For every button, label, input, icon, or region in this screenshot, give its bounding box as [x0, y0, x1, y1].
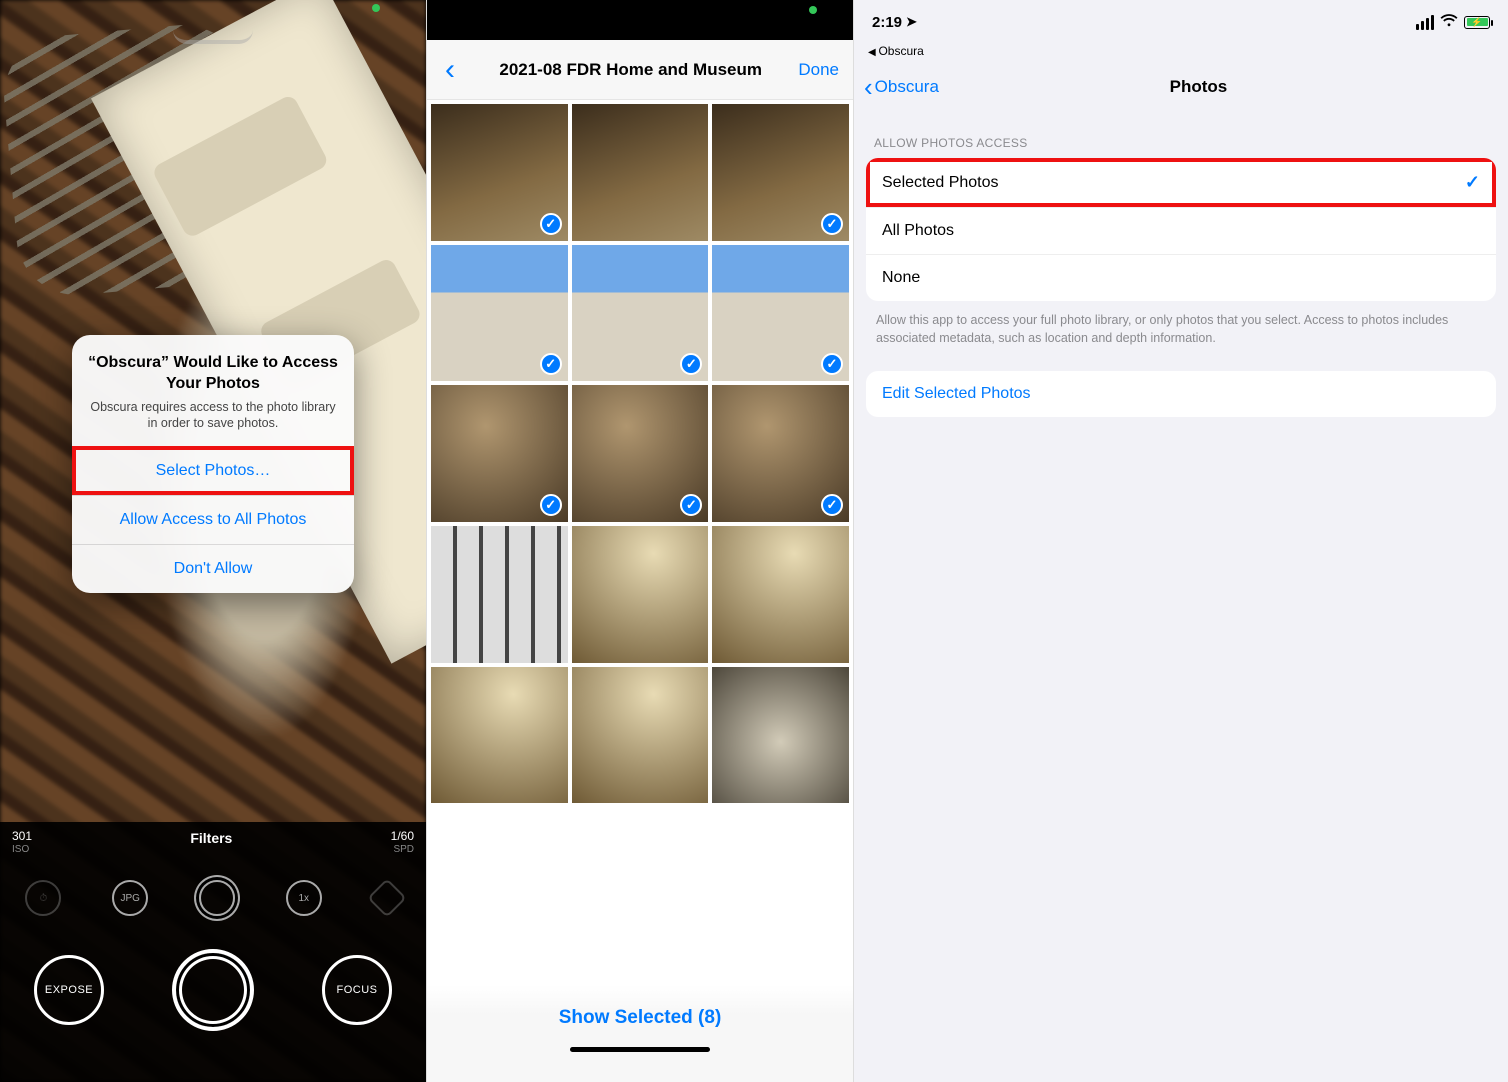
photo-thumbnail[interactable] [572, 104, 709, 241]
allow-all-photos-button[interactable]: Allow Access to All Photos [72, 495, 354, 544]
photo-thumbnail[interactable] [572, 526, 709, 663]
camera-active-indicator-icon [809, 6, 817, 14]
spd-label: SPD [391, 844, 414, 856]
back-to-app-breadcrumb[interactable]: Obscura [854, 44, 1508, 62]
dialog-message: Obscura requires access to the photo lib… [88, 399, 338, 433]
timer-icon[interactable]: ⏱ [25, 880, 61, 916]
dialog-title: “Obscura” Would Like to Access Your Phot… [88, 353, 338, 395]
edit-selected-photos-button[interactable]: Edit Selected Photos [866, 371, 1496, 417]
iso-label: ISO [12, 844, 32, 856]
battery-charging-icon: ⚡ [1464, 16, 1490, 29]
focus-ring-button[interactable]: FOCUS [322, 955, 392, 1025]
home-indicator[interactable] [570, 1047, 710, 1052]
level-icon[interactable] [367, 878, 407, 918]
status-bar [427, 0, 853, 40]
photo-thumbnail[interactable] [572, 667, 709, 804]
photo-access-dialog: “Obscura” Would Like to Access Your Phot… [72, 335, 354, 593]
edit-selected-group: Edit Selected Photos [866, 371, 1496, 417]
panel-camera-permission: “Obscura” Would Like to Access Your Phot… [0, 0, 426, 1082]
photo-thumbnail[interactable]: ✓ [431, 104, 568, 241]
option-all-photos[interactable]: All Photos [866, 207, 1496, 254]
option-label: None [882, 269, 920, 287]
photo-thumbnail[interactable]: ✓ [572, 245, 709, 382]
done-button[interactable]: Done [798, 60, 843, 80]
photo-thumbnail[interactable] [712, 667, 849, 804]
nav-bar: ‹ Obscura Photos [854, 62, 1508, 112]
photo-thumbnail[interactable] [712, 526, 849, 663]
show-selected-button[interactable]: Show Selected (8) [427, 1007, 853, 1029]
selected-checkmark-icon: ✓ [540, 213, 562, 235]
status-bar: 2:19 ➤ ⚡ [854, 0, 1508, 44]
photo-thumbnail[interactable] [431, 526, 568, 663]
selected-checkmark-icon: ✓ [540, 353, 562, 375]
photo-thumbnail[interactable] [431, 667, 568, 804]
shutter-button[interactable] [172, 949, 254, 1031]
option-label: All Photos [882, 222, 954, 240]
format-chip[interactable]: JPG [112, 880, 148, 916]
photo-thumbnail[interactable]: ✓ [431, 385, 568, 522]
panel-settings-photos: 2:19 ➤ ⚡ Obscura ‹ Obscura Photos ALLOW … [854, 0, 1508, 1082]
dont-allow-button[interactable]: Don't Allow [72, 544, 354, 593]
option-label: Selected Photos [882, 174, 999, 192]
camera-bottom-bar: 301 ISO Filters 1/60 SPD ⏱ JPG 1x EXPOSE… [0, 822, 426, 1082]
wifi-icon [1440, 14, 1458, 31]
location-arrow-icon: ➤ [906, 14, 917, 30]
nav-title: Photos [899, 77, 1498, 97]
selected-checkmark-icon: ✓ [821, 494, 843, 516]
picker-footer: Show Selected (8) [427, 985, 853, 1082]
section-footer-note: Allow this app to access your full photo… [854, 301, 1508, 347]
album-title: 2021-08 FDR Home and Museum [463, 60, 798, 80]
filters-label[interactable]: Filters [190, 830, 232, 855]
photo-thumbnail[interactable]: ✓ [712, 245, 849, 382]
iso-value: 301 [12, 830, 32, 844]
back-button[interactable]: ‹ [437, 53, 463, 87]
section-header-allow-access: ALLOW PHOTOS ACCESS [854, 112, 1508, 158]
selected-checkmark-icon: ✓ [680, 494, 702, 516]
iso-readout[interactable]: 301 ISO [12, 830, 32, 855]
photo-thumbnail[interactable]: ✓ [431, 245, 568, 382]
checkmark-icon: ✓ [1465, 172, 1480, 193]
photo-thumbnail[interactable]: ✓ [712, 104, 849, 241]
expose-ring-button[interactable]: EXPOSE [34, 955, 104, 1025]
time-text: 2:19 [872, 14, 902, 31]
picker-header: ‹ 2021-08 FDR Home and Museum Done [427, 40, 853, 100]
panel-photo-picker: ‹ 2021-08 FDR Home and Museum Done ✓✓✓✓✓… [426, 0, 854, 1082]
selected-checkmark-icon: ✓ [540, 494, 562, 516]
photo-grid: ✓ ✓ ✓ ✓ ✓ ✓ ✓ ✓ [427, 100, 853, 807]
camera-active-indicator-icon [372, 4, 380, 12]
spd-value: 1/60 [391, 830, 414, 844]
select-photos-button[interactable]: Select Photos… [72, 446, 354, 495]
cellular-signal-icon [1416, 15, 1434, 30]
sheet-grabber-icon[interactable] [173, 30, 253, 48]
zoom-chip[interactable]: 1x [286, 880, 322, 916]
photo-thumbnail[interactable]: ✓ [572, 385, 709, 522]
filter-wheel-icon[interactable] [199, 880, 235, 916]
selected-checkmark-icon: ✓ [821, 353, 843, 375]
shutter-speed-readout[interactable]: 1/60 SPD [391, 830, 414, 855]
option-selected-photos[interactable]: Selected Photos ✓ [866, 158, 1496, 207]
photo-thumbnail[interactable]: ✓ [712, 385, 849, 522]
option-none[interactable]: None [866, 254, 1496, 301]
selected-checkmark-icon: ✓ [821, 213, 843, 235]
access-options-group: Selected Photos ✓ All Photos None [866, 158, 1496, 301]
status-time: 2:19 ➤ [872, 14, 917, 31]
selected-checkmark-icon: ✓ [680, 353, 702, 375]
status-icons: ⚡ [1416, 14, 1490, 31]
link-label: Edit Selected Photos [882, 385, 1031, 403]
